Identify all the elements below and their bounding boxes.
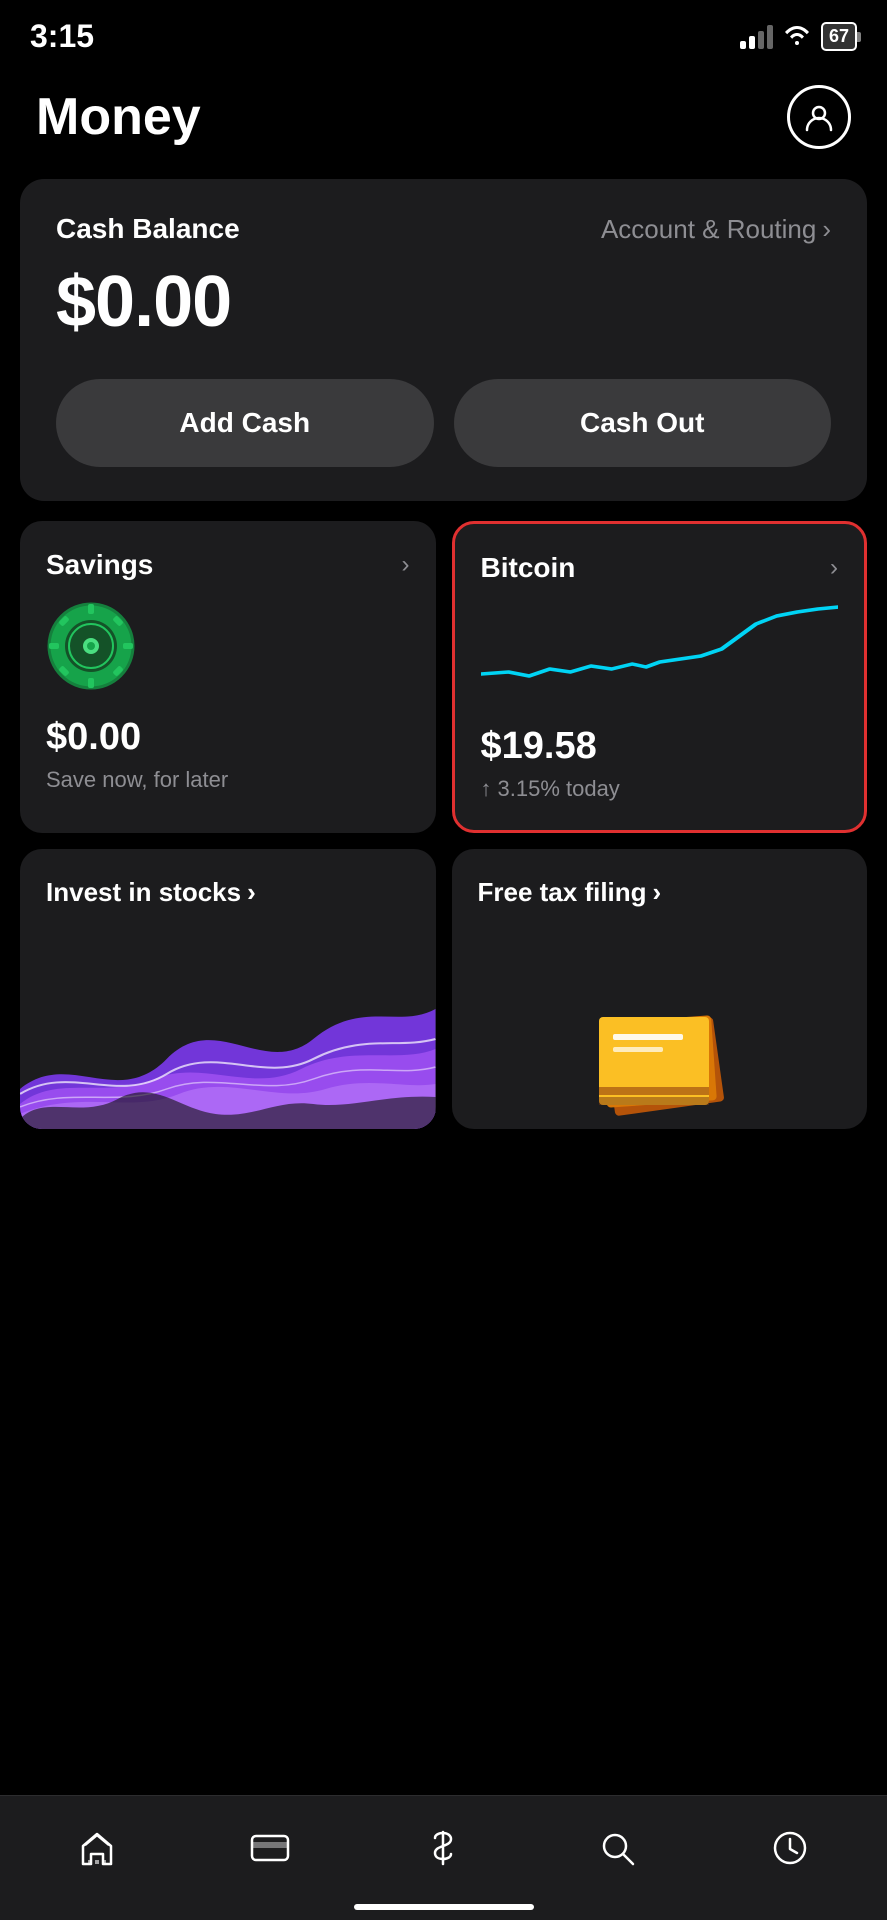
bitcoin-arrow-icon: › bbox=[830, 554, 838, 582]
action-buttons: Add Cash Cash Out bbox=[56, 379, 831, 467]
savings-card[interactable]: Savings › bbox=[20, 521, 436, 833]
cards-grid: Savings › bbox=[20, 521, 867, 833]
up-arrow-icon: ↑ bbox=[481, 776, 492, 802]
nav-activity[interactable] bbox=[748, 1816, 832, 1880]
savings-card-header: Savings › bbox=[46, 549, 410, 581]
savings-title: Savings bbox=[46, 549, 153, 581]
cash-balance-header: Cash Balance Account & Routing › bbox=[56, 213, 831, 245]
bitcoin-card-header: Bitcoin › bbox=[481, 552, 839, 584]
stocks-card[interactable]: Invest in stocks › bbox=[20, 849, 436, 1129]
tax-arrow-icon: › bbox=[653, 877, 662, 908]
status-bar: 3:15 67 bbox=[0, 0, 887, 65]
nav-search[interactable] bbox=[575, 1816, 659, 1880]
stocks-title: Invest in stocks › bbox=[46, 877, 410, 908]
status-time: 3:15 bbox=[30, 18, 94, 55]
savings-arrow-icon: › bbox=[402, 551, 410, 579]
nav-home[interactable] bbox=[55, 1816, 139, 1880]
card-icon bbox=[248, 1826, 292, 1870]
cash-amount: $0.00 bbox=[56, 261, 831, 343]
stocks-illustration bbox=[20, 949, 436, 1129]
bitcoin-change: ↑ 3.15% today bbox=[481, 776, 839, 802]
cash-balance-label: Cash Balance bbox=[56, 213, 240, 245]
savings-subtitle: Save now, for later bbox=[46, 767, 410, 793]
account-routing-link[interactable]: Account & Routing › bbox=[601, 214, 831, 245]
tax-card[interactable]: Free tax filing › bbox=[452, 849, 868, 1129]
nav-card[interactable] bbox=[228, 1816, 312, 1880]
search-icon bbox=[595, 1826, 639, 1870]
battery-icon: 67 bbox=[821, 22, 857, 51]
bitcoin-amount: $19.58 bbox=[481, 725, 839, 768]
status-icons: 67 bbox=[740, 22, 857, 51]
cash-balance-card: Cash Balance Account & Routing › $0.00 A… bbox=[20, 179, 867, 501]
dollar-icon bbox=[421, 1826, 465, 1870]
signal-icon bbox=[740, 25, 773, 49]
wifi-icon bbox=[783, 23, 811, 50]
add-cash-button[interactable]: Add Cash bbox=[56, 379, 434, 467]
profile-icon bbox=[802, 100, 836, 134]
tax-illustration bbox=[579, 969, 739, 1129]
bitcoin-chart bbox=[481, 604, 839, 704]
bottom-cards: Invest in stocks › bbox=[20, 849, 867, 1129]
bitcoin-card[interactable]: Bitcoin › $19.58 ↑ 3.15% today bbox=[452, 521, 868, 833]
header: Money bbox=[0, 65, 887, 179]
home-icon bbox=[75, 1826, 119, 1870]
savings-amount: $0.00 bbox=[46, 716, 410, 759]
activity-icon bbox=[768, 1826, 812, 1870]
stocks-arrow-icon: › bbox=[247, 877, 256, 908]
profile-button[interactable] bbox=[787, 85, 851, 149]
cash-out-button[interactable]: Cash Out bbox=[454, 379, 832, 467]
nav-dollar[interactable] bbox=[401, 1816, 485, 1880]
savings-icon bbox=[46, 601, 136, 691]
home-indicator bbox=[354, 1904, 534, 1910]
page-title: Money bbox=[36, 87, 201, 147]
tax-title: Free tax filing › bbox=[478, 877, 842, 908]
savings-icon-container bbox=[46, 601, 410, 696]
bitcoin-title: Bitcoin bbox=[481, 552, 576, 584]
main-content: Cash Balance Account & Routing › $0.00 A… bbox=[0, 179, 887, 1269]
bottom-nav bbox=[0, 1795, 887, 1920]
